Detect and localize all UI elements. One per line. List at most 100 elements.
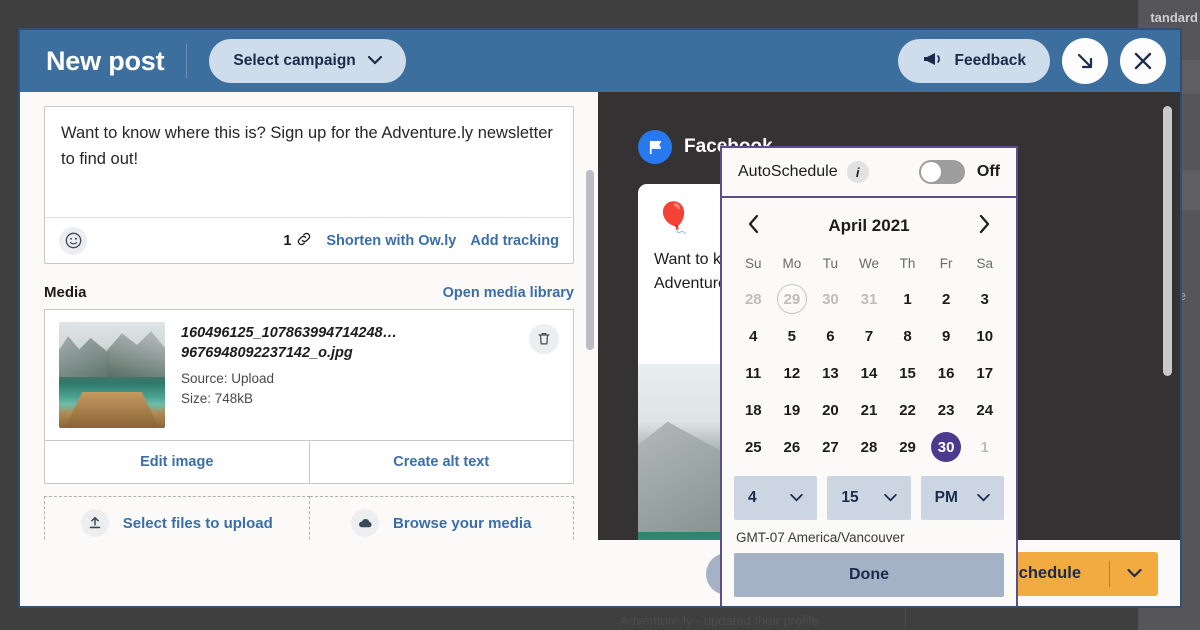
calendar-day-label: 23 <box>937 401 955 419</box>
calendar-day-label: 9 <box>941 327 951 345</box>
facebook-flag-icon <box>638 130 672 164</box>
calendar-day[interactable]: 8 <box>888 319 927 353</box>
select-files-to-upload-button[interactable]: Select files to upload <box>44 496 310 540</box>
create-alt-text-button[interactable]: Create alt text <box>308 441 574 483</box>
autoschedule-label: AutoSchedule <box>738 163 838 180</box>
minute-select[interactable]: 15 <box>827 476 911 520</box>
feedback-button[interactable]: Feedback <box>898 39 1050 83</box>
calendar-day[interactable]: 29 <box>888 430 927 464</box>
calendar-day-label: 4 <box>749 327 758 345</box>
chevron-right-icon[interactable] <box>972 212 996 240</box>
calendar-day[interactable]: 14 <box>850 356 889 390</box>
emoji-icon[interactable] <box>59 226 87 255</box>
link-count-value: 1 <box>283 232 292 249</box>
meridiem-select[interactable]: PM <box>920 476 1004 520</box>
calendar-day[interactable]: 31 <box>850 282 889 316</box>
edit-image-button[interactable]: Edit image <box>45 441 309 483</box>
open-media-library-link[interactable]: Open media library <box>443 285 574 301</box>
chevron-left-icon[interactable] <box>742 212 766 240</box>
calendar-day[interactable]: 28 <box>850 430 889 464</box>
calendar-day[interactable]: 30 <box>927 430 966 464</box>
modal-body: Want to know where this is? Sign up for … <box>20 92 1180 606</box>
cloud-icon <box>351 509 380 537</box>
calendar-day[interactable]: 18 <box>734 393 773 427</box>
done-button[interactable]: Done <box>734 553 1004 597</box>
info-icon[interactable]: i <box>846 161 869 183</box>
background-bottom-text: Adventure.ly - updated their profile <box>620 613 819 628</box>
calendar-day[interactable]: 1 <box>965 430 1004 464</box>
calendar-day[interactable]: 12 <box>773 356 812 390</box>
add-tracking-link[interactable]: Add tracking <box>470 233 559 249</box>
calendar-day[interactable]: 26 <box>773 430 812 464</box>
calendar-day[interactable]: 9 <box>927 319 966 353</box>
media-filename: 160496125_107863994714248…96769480922371… <box>181 325 398 361</box>
calendar-weekday: Fr <box>939 256 953 271</box>
calendar-day[interactable]: 27 <box>811 430 850 464</box>
upload-icon <box>80 509 109 537</box>
post-text-input[interactable]: Want to know where this is? Sign up for … <box>45 107 573 217</box>
browse-media-label: Browse your media <box>393 514 532 532</box>
time-row: 4 15 PM <box>722 470 1016 520</box>
calendar-day-label: 10 <box>976 327 994 345</box>
calendar-day-label: 2 <box>941 290 951 308</box>
autoschedule-toggle-wrap: Off <box>918 160 1000 184</box>
media-thumbnail[interactable] <box>59 322 165 428</box>
calendar-day[interactable]: 20 <box>811 393 850 427</box>
trash-icon[interactable] <box>529 324 559 354</box>
calendar-day[interactable]: 29 <box>773 282 812 316</box>
select-files-label: Select files to upload <box>122 514 273 532</box>
calendar-day-label: 30 <box>931 432 962 462</box>
media-item: 160496125_107863994714248…96769480922371… <box>45 310 573 440</box>
calendar-day[interactable]: 2 <box>927 282 966 316</box>
calendar-day[interactable]: 28 <box>734 282 773 316</box>
calendar-day-label: 11 <box>745 364 762 382</box>
calendar-day[interactable]: 6 <box>811 319 850 353</box>
calendar-day[interactable]: 21 <box>850 393 889 427</box>
minimize-button[interactable] <box>1062 38 1108 84</box>
calendar-day[interactable]: 23 <box>927 393 966 427</box>
media-card: 160496125_107863994714248…96769480922371… <box>44 309 574 484</box>
calendar-day-label: 29 <box>899 438 916 456</box>
browse-your-media-button[interactable]: Browse your media <box>309 496 574 540</box>
calendar-day-label: 6 <box>826 327 835 345</box>
schedule-dropdown-toggle[interactable] <box>1110 552 1158 596</box>
calendar-day[interactable]: 17 <box>965 356 1004 390</box>
calendar-day-label: 26 <box>783 438 801 456</box>
calendar-day[interactable]: 30 <box>811 282 850 316</box>
calendar-day[interactable]: 19 <box>773 393 812 427</box>
preview-scrollbar[interactable] <box>1163 106 1172 376</box>
calendar-day[interactable]: 10 <box>965 319 1004 353</box>
calendar-day[interactable]: 15 <box>888 356 927 390</box>
composer: Want to know where this is? Sign up for … <box>44 106 574 264</box>
calendar-nav: April 2021 <box>722 198 1016 246</box>
calendar-day[interactable]: 11 <box>734 356 773 390</box>
media-section-header: Media Open media library <box>44 284 574 301</box>
calendar-day[interactable]: 5 <box>773 319 812 353</box>
calendar-day-label: 20 <box>822 401 839 419</box>
calendar-day-label: 15 <box>899 364 916 382</box>
close-button[interactable] <box>1120 38 1166 84</box>
media-size: Size: 748kB <box>181 391 254 407</box>
new-post-modal: New post Select campaign Feedback Want t… <box>18 28 1182 608</box>
calendar-day[interactable]: 1 <box>888 282 927 316</box>
modal-header: New post Select campaign Feedback <box>20 30 1180 92</box>
calendar-day[interactable]: 7 <box>850 319 889 353</box>
calendar-day[interactable]: 13 <box>811 356 850 390</box>
calendar-day[interactable]: 25 <box>734 430 773 464</box>
hour-select[interactable]: 4 <box>734 476 818 520</box>
megaphone-icon <box>922 51 942 72</box>
calendar-day-label: 29 <box>776 284 807 314</box>
editor-scrollbar[interactable] <box>586 170 594 350</box>
autoschedule-toggle-state: Off <box>976 163 1000 180</box>
autoschedule-toggle[interactable] <box>918 160 965 184</box>
calendar-day-label: 27 <box>822 438 839 456</box>
calendar-day[interactable]: 3 <box>965 282 1004 316</box>
shorten-with-owly-link[interactable]: Shorten with Ow.ly <box>326 233 456 249</box>
calendar-day-label: 14 <box>860 364 878 382</box>
calendar-day[interactable]: 16 <box>927 356 966 390</box>
calendar-day[interactable]: 22 <box>888 393 927 427</box>
calendar-day[interactable]: 24 <box>965 393 1004 427</box>
calendar-day[interactable]: 4 <box>734 319 773 353</box>
calendar-day-label: 5 <box>787 327 797 345</box>
select-campaign-button[interactable]: Select campaign <box>209 39 406 83</box>
